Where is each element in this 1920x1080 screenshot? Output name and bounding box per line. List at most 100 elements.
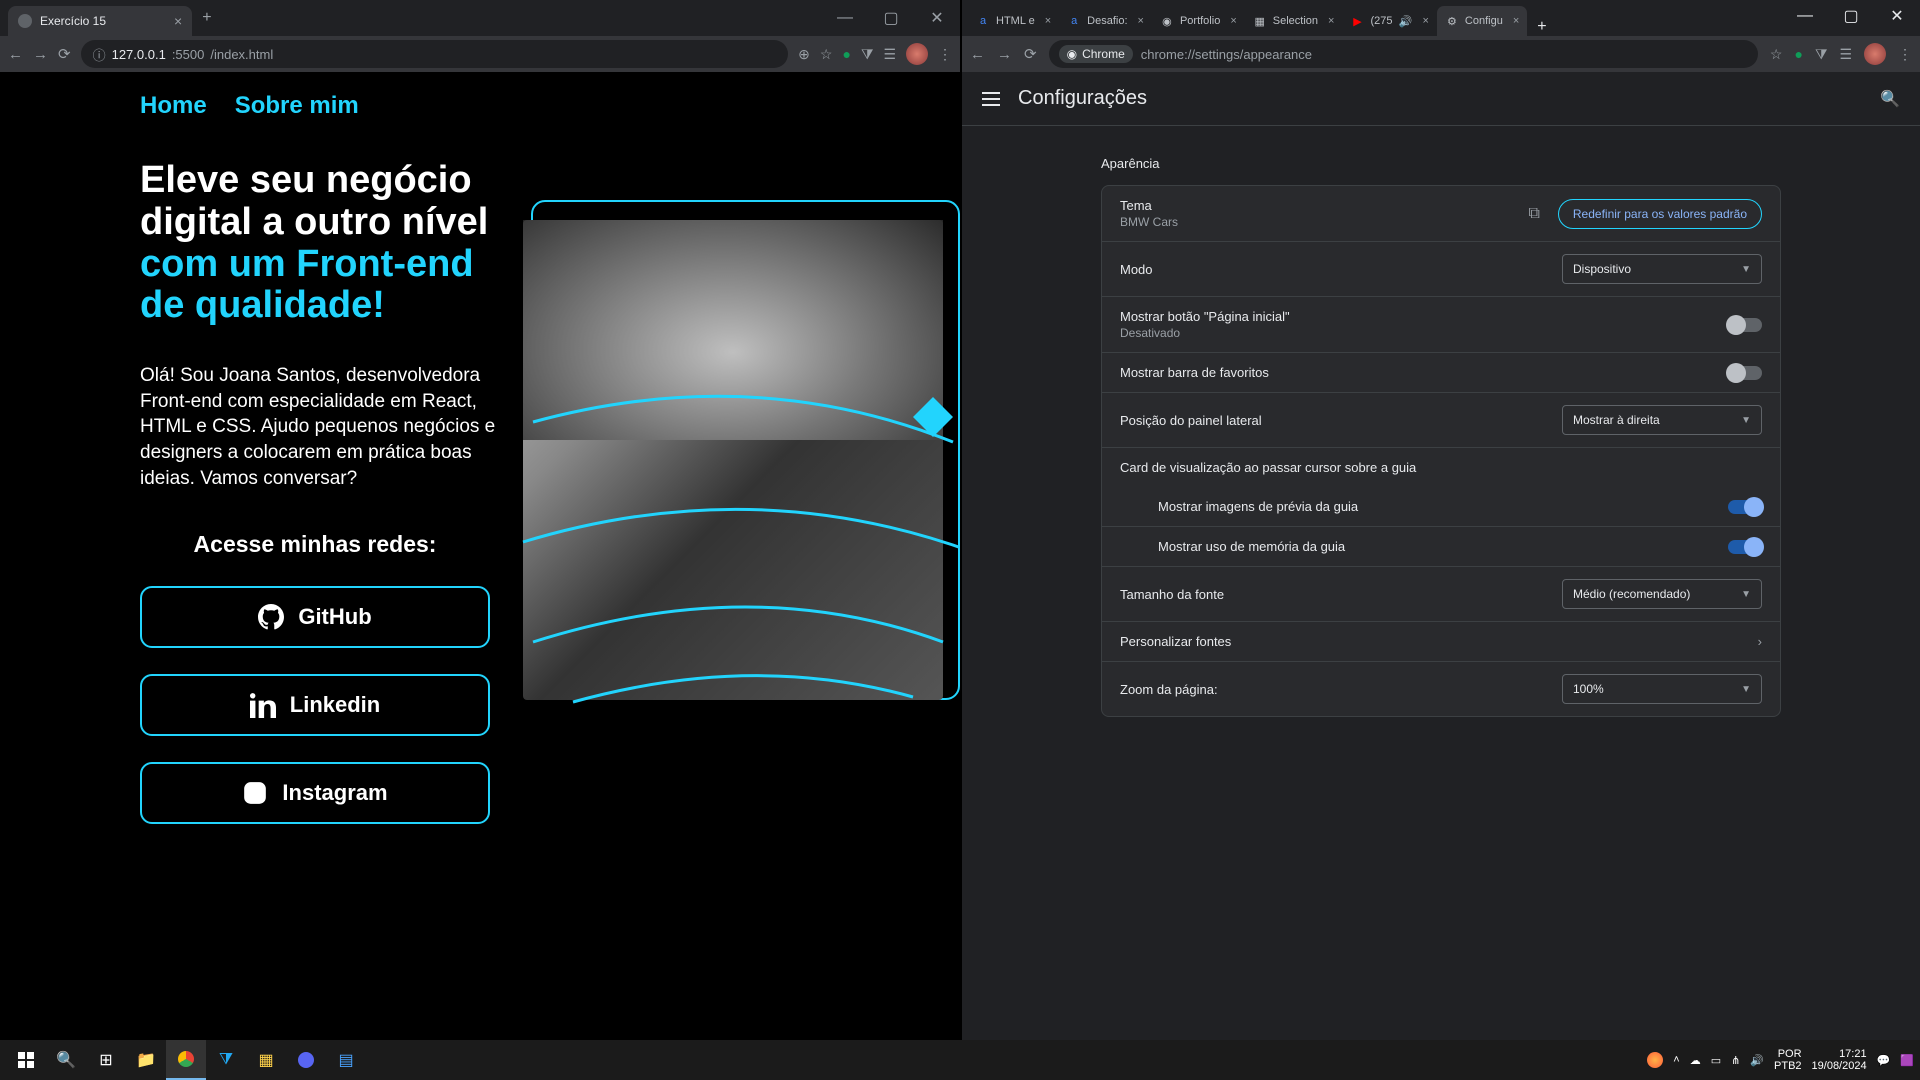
zoom-select[interactable]: 100%▼ [1562,674,1762,704]
profile-avatar[interactable] [906,43,928,65]
close-window-icon[interactable]: ✕ [914,0,960,36]
vscode-button[interactable]: ⧩ [206,1040,246,1080]
close-icon[interactable]: × [1328,15,1334,27]
language-indicator[interactable]: POR PTB2 [1774,1048,1802,1072]
section-header: Aparência [1101,156,1781,171]
close-icon[interactable]: × [1138,15,1144,27]
hero-section: Eleve seu negócio digital a outro nível … [140,160,960,824]
menu-icon[interactable]: ⋮ [938,46,952,63]
battery-icon[interactable]: ▭ [1711,1054,1721,1067]
chevron-down-icon: ▼ [1741,589,1751,600]
tab-portfolio[interactable]: ◉Portfolio× [1152,6,1245,36]
start-button[interactable] [6,1040,46,1080]
close-icon[interactable]: × [1045,15,1051,27]
maximize-icon[interactable]: ▢ [1828,0,1874,32]
instagram-button[interactable]: Instagram [140,762,490,824]
bookmarks-toggle[interactable] [1728,366,1762,380]
extensions-icon[interactable]: ⧩ [1815,46,1828,63]
reading-list-icon[interactable]: ☰ [883,46,896,63]
minimize-icon[interactable]: — [1782,0,1828,32]
address-bar[interactable]: ◉Chrome chrome://settings/appearance [1049,40,1758,68]
sidepanel-label: Posição do painel lateral [1120,413,1262,428]
copilot-icon[interactable]: 🟪 [1900,1054,1914,1067]
reload-icon[interactable]: ⟳ [58,45,71,63]
appearance-card: Tema BMW Cars ⧉ Redefinir para os valore… [1101,185,1781,717]
left-tab[interactable]: Exercício 15 × [8,6,192,36]
window-controls: — ▢ ✕ [1782,0,1920,36]
menu-icon[interactable]: ⋮ [1898,46,1912,63]
forward-icon[interactable]: → [997,46,1012,63]
tab-selection[interactable]: ▦Selection× [1245,6,1343,36]
task-view-button[interactable]: ⊞ [86,1040,126,1080]
close-icon[interactable]: × [1422,15,1428,27]
close-icon[interactable]: × [174,13,182,29]
new-tab-button[interactable]: + [1527,18,1556,36]
profile-avatar[interactable] [1864,43,1886,65]
file-explorer-button[interactable]: 📁 [126,1040,166,1080]
preview-image-toggle[interactable] [1728,500,1762,514]
reset-theme-button[interactable]: Redefinir para os valores padrão [1558,199,1762,229]
weather-icon[interactable] [1647,1052,1663,1068]
zoom-label: Zoom da página: [1120,682,1218,697]
site-info-icon[interactable]: ⓘ [93,45,106,64]
fontsize-select[interactable]: Médio (recomendado)▼ [1562,579,1762,609]
custom-fonts-row[interactable]: Personalizar fontes › [1102,622,1780,662]
tab-html[interactable]: aHTML e× [968,6,1059,36]
alura-icon: a [976,14,990,28]
notifications-icon[interactable]: 💬 [1877,1054,1891,1067]
extension-dot-icon[interactable]: ● [1794,46,1802,62]
close-icon[interactable]: × [1230,15,1236,27]
github-button[interactable]: GitHub [140,586,490,648]
open-external-icon[interactable]: ⧉ [1528,205,1539,223]
speaker-icon[interactable]: 🔊 [1398,14,1412,28]
left-toolbar: ← → ⟳ ⓘ 127.0.0.1:5500/index.html ⊕ ☆ ● … [0,36,960,72]
minimize-icon[interactable]: — [822,0,868,36]
discord-button[interactable] [286,1040,326,1080]
wifi-icon[interactable]: ⋔ [1731,1054,1740,1067]
close-icon[interactable]: × [1513,15,1519,27]
reading-list-icon[interactable]: ☰ [1839,46,1852,63]
clock[interactable]: 17:21 19/08/2024 [1812,1048,1867,1072]
new-tab-button[interactable]: + [202,9,211,27]
volume-icon[interactable]: 🔊 [1750,1054,1764,1067]
close-window-icon[interactable]: ✕ [1874,0,1920,32]
forward-icon[interactable]: → [33,46,48,63]
tray-chevron-icon[interactable]: ˄ [1673,1054,1679,1066]
theme-row[interactable]: Tema BMW Cars ⧉ Redefinir para os valore… [1102,186,1780,242]
notes-button[interactable]: ▦ [246,1040,286,1080]
sidepanel-select[interactable]: Mostrar à direita▼ [1562,405,1762,435]
onedrive-icon[interactable]: ☁ [1690,1054,1701,1067]
tab-settings[interactable]: ⚙Configu× [1437,6,1527,36]
back-icon[interactable]: ← [8,46,23,63]
bookmark-icon[interactable]: ☆ [1770,46,1783,63]
tab-desafio[interactable]: aDesafio:× [1059,6,1152,36]
back-icon[interactable]: ← [970,46,985,63]
search-button[interactable]: 🔍 [46,1040,86,1080]
tab-youtube[interactable]: ▶(275🔊× [1342,6,1436,36]
nav-about-link[interactable]: Sobre mim [235,92,359,120]
bookmark-icon[interactable]: ☆ [820,46,833,63]
chrome-logo-icon: ◉ [1067,47,1077,61]
home-button-toggle[interactable] [1728,318,1762,332]
bookmarks-bar-row: Mostrar barra de favoritos [1102,353,1780,393]
nav-home-link[interactable]: Home [140,92,207,120]
hamburger-icon[interactable] [982,92,1000,106]
maximize-icon[interactable]: ▢ [868,0,914,36]
memory-toggle[interactable] [1728,540,1762,554]
extensions-icon[interactable]: ⧩ [861,46,874,63]
calculator-button[interactable]: ▤ [326,1040,366,1080]
linkedin-button[interactable]: Linkedin [140,674,490,736]
reload-icon[interactable]: ⟳ [1024,45,1037,63]
extension-dot-icon[interactable]: ● [842,46,850,62]
right-toolbar: ← → ⟳ ◉Chrome chrome://settings/appearan… [962,36,1920,72]
address-bar[interactable]: ⓘ 127.0.0.1:5500/index.html [81,40,789,68]
site-nav: Home Sobre mim [140,92,960,120]
chrome-button[interactable] [166,1040,206,1080]
search-icon[interactable]: 🔍 [1880,89,1900,109]
tab-title: Exercício 15 [40,14,106,28]
zoom-icon[interactable]: ⊕ [798,46,810,63]
youtube-icon: ▶ [1350,14,1364,28]
time-text: 17:21 [1812,1048,1867,1060]
mode-select[interactable]: Dispositivo▼ [1562,254,1762,284]
hero-description: Olá! Sou Joana Santos, desenvolvedora Fr… [140,363,501,491]
